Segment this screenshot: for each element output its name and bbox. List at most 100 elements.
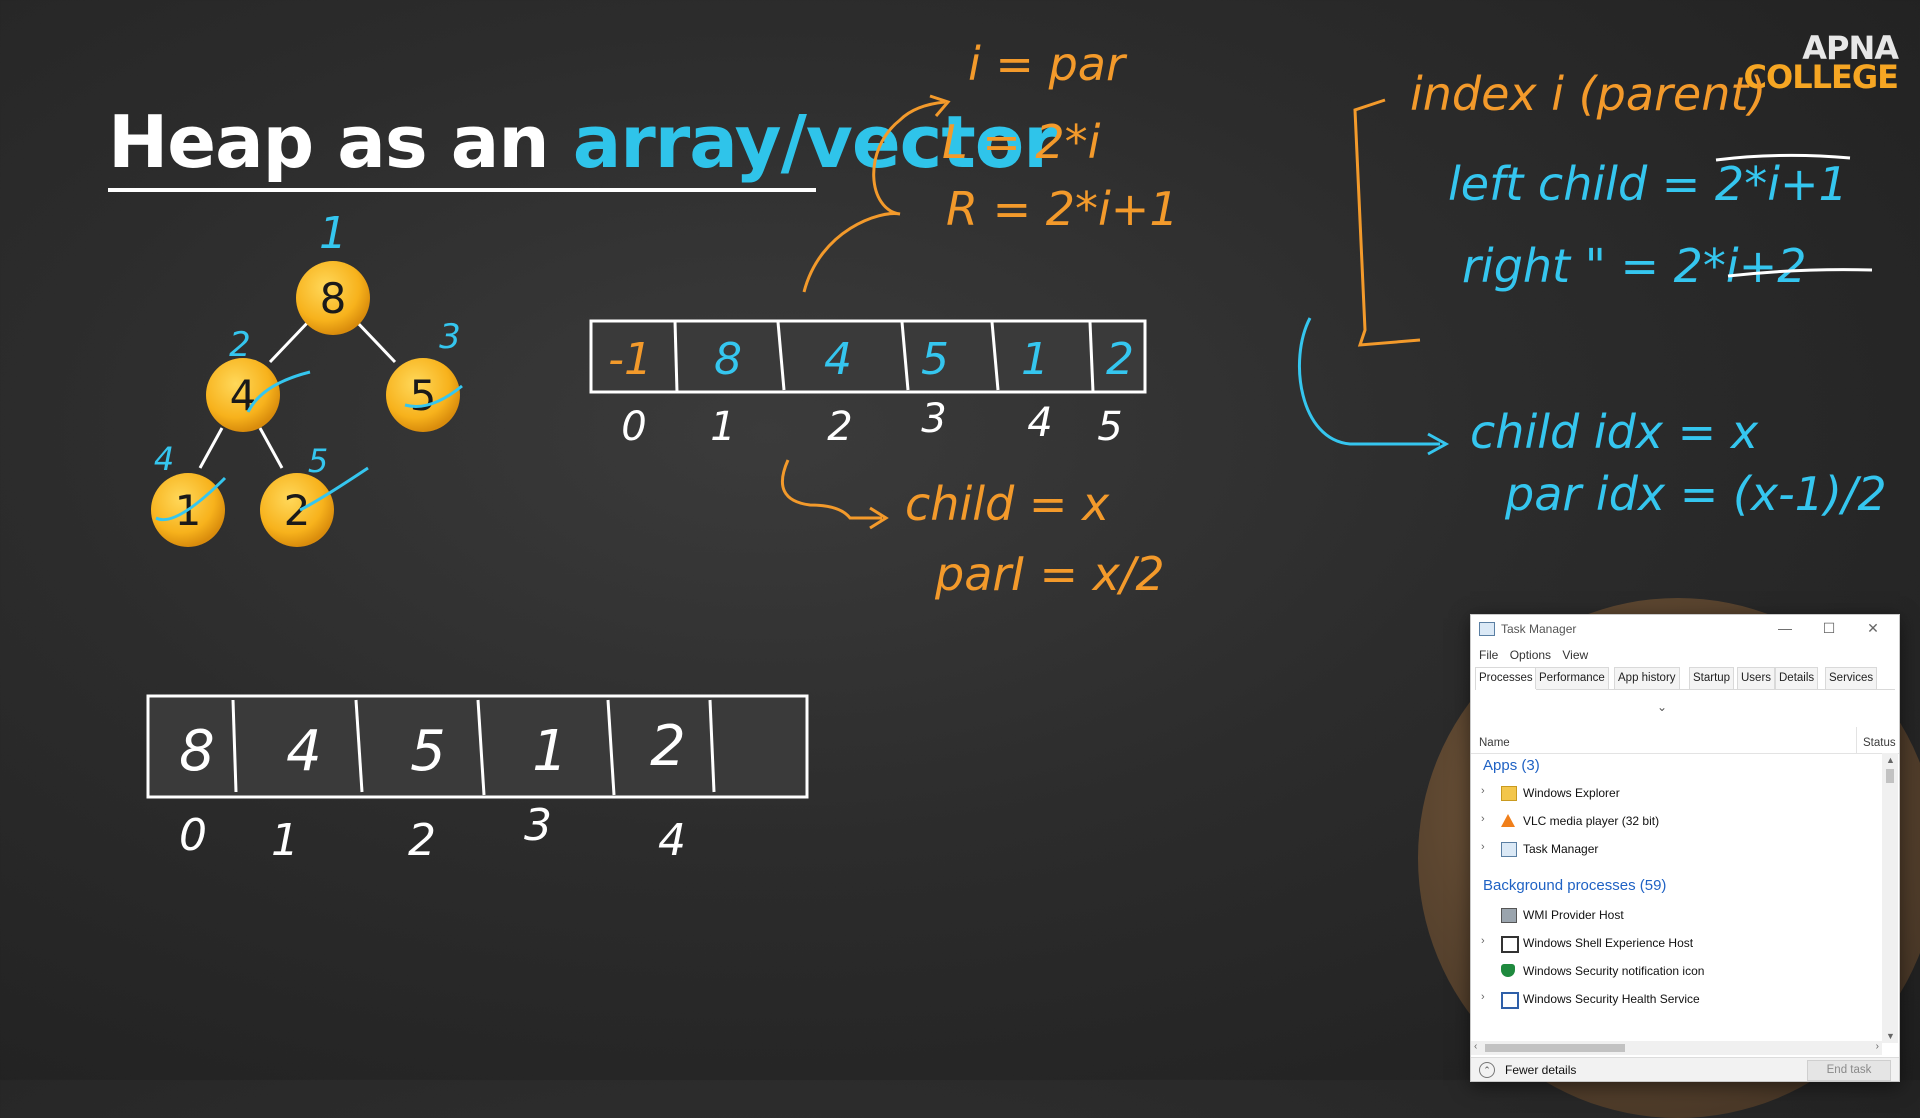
list-item[interactable]: WMI Provider Host	[1471, 903, 1881, 927]
array-cell: 2	[650, 714, 686, 779]
formula-line: R = 2*i+1	[946, 182, 1179, 236]
orange-arrow	[802, 100, 946, 293]
task-manager-icon	[1479, 622, 1495, 636]
scroll-right-icon[interactable]: ›	[1876, 1041, 1879, 1052]
list-item[interactable]: › Windows Explorer	[1471, 781, 1881, 805]
array-cell: 2	[1106, 334, 1134, 385]
chalkboard: Heap as an array/vector APNA COLLEGE 8 1	[0, 0, 1920, 1118]
menu-bar: File Options View	[1471, 645, 1899, 665]
tab-strip: Processes Performance App history Startu…	[1475, 667, 1895, 690]
tree-node-value: 8	[320, 274, 347, 323]
gear-window-icon	[1501, 908, 1517, 923]
tab-users[interactable]: Users	[1737, 667, 1776, 689]
scroll-down-icon[interactable]: ▼	[1886, 1031, 1895, 1041]
window-icon	[1501, 936, 1519, 953]
array-index: 5	[1097, 404, 1122, 450]
array-index: 1	[710, 404, 735, 450]
vertical-scrollbar[interactable]: ▲ ▼	[1882, 753, 1898, 1043]
process-name: Task Manager	[1523, 842, 1599, 856]
tree-node-index: 5	[308, 442, 328, 480]
array-cell: -1	[608, 334, 652, 385]
menu-options[interactable]: Options	[1510, 645, 1551, 665]
tab-details[interactable]: Details	[1775, 667, 1819, 689]
tree-node: 1 4	[151, 440, 227, 547]
array-cell: 1	[1021, 334, 1049, 385]
tab-processes[interactable]: Processes	[1475, 667, 1537, 690]
vlc-cone-icon	[1501, 814, 1515, 827]
tree-node-index: 1	[319, 208, 347, 259]
expand-icon[interactable]: ›	[1481, 841, 1485, 853]
formula-line: right " = 2*i+2	[1462, 239, 1807, 293]
process-name: Windows Security notification icon	[1523, 964, 1705, 978]
blue-child-note: child idx = x par idx = (x-1)/2	[1470, 405, 1887, 521]
orange-bracket	[1353, 98, 1421, 347]
task-manager-window[interactable]: Task Manager — ☐ ✕ File Options View Pro…	[1470, 614, 1900, 1082]
array-cell: 8	[179, 719, 215, 784]
tab-services[interactable]: Services	[1825, 667, 1878, 689]
fewer-details-link[interactable]: Fewer details	[1505, 1063, 1576, 1077]
array-index: 3	[524, 800, 552, 851]
array-bottom: 8 4 5 1 2 0 1 2 3 4	[146, 694, 809, 866]
scroll-thumb[interactable]	[1886, 769, 1894, 783]
background-processes-header[interactable]: Background processes (59)	[1483, 877, 1666, 894]
orange-right-note: index i (parent)	[1410, 67, 1766, 121]
tree-node: 4 2	[206, 325, 311, 432]
tab-app-history[interactable]: App history	[1614, 667, 1680, 689]
array-cell: 5	[921, 334, 949, 385]
shield-icon	[1501, 964, 1515, 977]
expand-icon[interactable]: ›	[1481, 785, 1485, 797]
window-title: Task Manager	[1501, 622, 1577, 636]
expand-icon[interactable]: ›	[1481, 813, 1485, 825]
maximize-button[interactable]: ☐	[1807, 617, 1851, 641]
list-item[interactable]: › Windows Security Health Service	[1471, 987, 1881, 1011]
process-list: Apps (3) › Windows Explorer › VLC media …	[1471, 755, 1881, 1037]
expand-icon[interactable]: ›	[1481, 991, 1485, 1003]
end-task-button[interactable]: End task	[1807, 1060, 1891, 1081]
process-name: Windows Security Health Service	[1523, 992, 1700, 1006]
list-item[interactable]: › Windows Shell Experience Host	[1471, 931, 1881, 955]
folder-icon	[1501, 786, 1517, 801]
apps-header[interactable]: Apps (3)	[1483, 757, 1540, 774]
array-index: 4	[1027, 400, 1052, 446]
menu-view[interactable]: View	[1562, 645, 1588, 665]
formula-line: left child = 2*i+1	[1448, 157, 1848, 211]
array-index: 4	[658, 815, 686, 866]
formula-line: child = x	[905, 477, 1110, 531]
expand-icon[interactable]: ›	[1481, 935, 1485, 947]
array-top: -1 8 4 5 1 2 0 1 2 3 4 5	[589, 319, 1147, 450]
array-cell: 5	[410, 719, 446, 784]
array-index: 1	[271, 815, 299, 866]
orange-child-arrow	[780, 459, 882, 520]
column-divider[interactable]	[1856, 727, 1857, 753]
column-header: Name Status	[1471, 725, 1899, 754]
scroll-left-icon[interactable]: ‹	[1474, 1041, 1477, 1052]
column-status[interactable]: Status	[1863, 737, 1896, 749]
formula-line: par idx = (x-1)/2	[1504, 467, 1887, 521]
tab-performance[interactable]: Performance	[1535, 667, 1609, 689]
list-item[interactable]: Windows Security notification icon	[1471, 959, 1881, 983]
horizontal-scrollbar[interactable]: ‹ ›	[1471, 1041, 1882, 1055]
tree-node: 8 1	[296, 208, 370, 335]
chevron-down-icon[interactable]: ⌄	[1657, 700, 1667, 714]
process-name: Windows Shell Experience Host	[1523, 936, 1694, 950]
orange-child-note: child = x parI = x/2	[905, 477, 1165, 601]
column-name[interactable]: Name	[1479, 737, 1510, 749]
blue-right-note: left child = 2*i+1 right " = 2*i+2	[1448, 157, 1848, 293]
chevron-up-icon[interactable]: ⌃	[1479, 1062, 1495, 1078]
menu-file[interactable]: File	[1479, 645, 1498, 665]
scroll-thumb[interactable]	[1485, 1044, 1625, 1052]
scroll-up-icon[interactable]: ▲	[1886, 755, 1895, 765]
formula-line: parI = x/2	[934, 547, 1165, 601]
minimize-button[interactable]: —	[1763, 617, 1807, 641]
list-item[interactable]: › Task Manager	[1471, 837, 1881, 861]
array-cell: 8	[714, 334, 742, 385]
blue-arrow	[1298, 317, 1440, 446]
footer-bar: ⌃ Fewer details End task	[1471, 1057, 1899, 1081]
tab-startup[interactable]: Startup	[1689, 667, 1735, 689]
list-item[interactable]: › VLC media player (32 bit)	[1471, 809, 1881, 833]
formula-line: child idx = x	[1470, 405, 1759, 459]
title-bar[interactable]: Task Manager — ☐ ✕	[1471, 615, 1899, 643]
process-name: Windows Explorer	[1523, 786, 1620, 800]
formula-line: L = 2*i	[942, 115, 1101, 169]
close-button[interactable]: ✕	[1851, 617, 1895, 641]
